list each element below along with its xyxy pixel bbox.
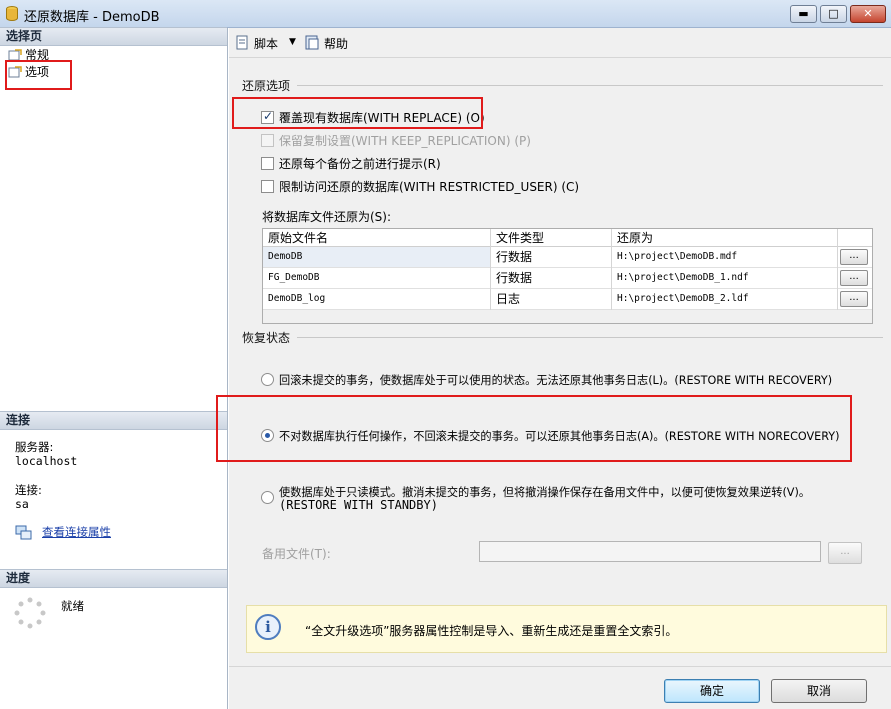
prompt-before-restore-checkbox[interactable] [261, 157, 274, 170]
browse-button[interactable]: ... [840, 270, 868, 286]
grid-column-separator [611, 229, 612, 310]
grid-column-separator [837, 229, 838, 310]
left-pane: 选择页 常规 选项 连接 服务器: localhost 连接: sa 查看连接属… [0, 27, 228, 709]
section-divider [297, 337, 883, 338]
grid-cell-original-name: FG_DemoDB [268, 272, 320, 283]
grid-cell-file-type: 日志 [496, 292, 521, 306]
restore-files-grid: 原始文件名 文件类型 还原为 DemoDB 行数据 H:\project\Dem… [262, 228, 873, 324]
grid-cell-file-type: 行数据 [496, 250, 533, 264]
cancel-button[interactable]: 取消 [771, 679, 867, 703]
recovery-state-section-label: 恢复状态 [242, 331, 291, 345]
with-replace-label: 覆盖现有数据库(WITH REPLACE) (O) [279, 111, 485, 125]
standby-file-input[interactable] [479, 541, 821, 562]
connection-properties-icon [15, 525, 32, 540]
minimize-icon: ▬ [798, 7, 809, 20]
grid-cell-restore-as: H:\project\DemoDB.mdf [617, 251, 738, 262]
window-title: 还原数据库 - DemoDB [24, 10, 160, 25]
grid-cell-restore-as: H:\project\DemoDB_1.ndf [617, 272, 749, 283]
grid-column-separator [490, 229, 491, 310]
keep-replication-checkbox[interactable] [261, 134, 274, 147]
restore-with-standby-radio[interactable] [261, 491, 274, 504]
table-row[interactable]: FG_DemoDB 行数据 H:\project\DemoDB_1.ndf ..… [263, 268, 872, 289]
restore-with-recovery-label: 回滚未提交的事务，使数据库处于可以使用的状态。无法还原其他事务日志(L)。(RE… [279, 374, 833, 387]
ok-button[interactable]: 确定 [664, 679, 760, 703]
table-row[interactable]: DemoDB 行数据 H:\project\DemoDB.mdf ... [263, 247, 872, 268]
page-item-options[interactable]: 选项 [8, 64, 49, 80]
progress-header: 进度 [0, 569, 227, 588]
page-item-label: 常规 [25, 48, 50, 62]
restricted-user-checkbox[interactable] [261, 180, 274, 193]
script-icon [236, 35, 248, 50]
database-icon [6, 6, 18, 21]
grid-header: 原始文件名 文件类型 还原为 [263, 229, 872, 247]
restricted-user-label: 限制访问还原的数据库(WITH RESTRICTED_USER) (C) [279, 180, 580, 194]
prompt-before-restore-label: 还原每个备份之前进行提示(R) [279, 157, 441, 171]
browse-button[interactable]: ... [840, 291, 868, 307]
progress-spinner-icon [14, 597, 46, 629]
page-item-general[interactable]: 常规 [8, 47, 49, 63]
standby-file-label: 备用文件(T): [262, 547, 331, 561]
grid-cell-restore-as: H:\project\DemoDB_2.ldf [617, 293, 749, 304]
help-icon [305, 35, 319, 50]
close-button[interactable]: ✕ [850, 5, 886, 23]
page-icon [8, 49, 22, 61]
restore-with-norecovery-label: 不对数据库执行任何操作，不回滚未提交的事务。可以还原其他事务日志(A)。(RES… [279, 430, 840, 443]
restore-with-standby-label-line2: (RESTORE WITH STANDBY) [279, 498, 438, 512]
connection-header: 连接 [0, 411, 227, 430]
standby-browse-button[interactable]: ... [828, 542, 862, 564]
select-page-header: 选择页 [0, 27, 227, 46]
right-pane: 脚本 ▼ 帮助 还原选项 覆盖现有数据库(WITH REPLACE) (O) 保… [229, 28, 891, 709]
script-dropdown-icon[interactable]: ▼ [289, 37, 296, 47]
title-bar: 还原数据库 - DemoDB ▬ □ ✕ [0, 0, 891, 28]
info-icon: i [255, 614, 281, 640]
close-icon: ✕ [863, 7, 873, 20]
restore-with-norecovery-radio[interactable] [261, 429, 274, 442]
grid-cell-original-name: DemoDB_log [268, 293, 326, 304]
minimize-button[interactable]: ▬ [790, 5, 817, 23]
grid-header-original-name: 原始文件名 [268, 231, 329, 245]
restore-with-recovery-radio[interactable] [261, 373, 274, 386]
grid-header-file-type: 文件类型 [496, 231, 545, 245]
info-text: “全文升级选项”服务器属性控制是导入、重新生成还是重置全文索引。 [305, 624, 678, 638]
toolbar: 脚本 ▼ 帮助 [229, 28, 891, 58]
section-divider [297, 85, 883, 86]
keep-replication-label: 保留复制设置(WITH KEEP_REPLICATION) (P) [279, 134, 531, 148]
script-button[interactable]: 脚本 [254, 35, 278, 52]
maximize-icon: □ [828, 7, 839, 20]
restore-files-label: 将数据库文件还原为(S): [262, 210, 392, 224]
page-item-label: 选项 [25, 65, 50, 79]
view-connection-properties-link[interactable]: 查看连接属性 [42, 524, 111, 540]
button-bar: 确定 取消 [229, 666, 891, 709]
progress-status: 就绪 [61, 599, 84, 613]
connection-label: 连接: [15, 483, 42, 497]
restore-options-section-label: 还原选项 [242, 79, 291, 93]
info-bar: i “全文升级选项”服务器属性控制是导入、重新生成还是重置全文索引。 [246, 605, 887, 653]
table-row[interactable]: DemoDB_log 日志 H:\project\DemoDB_2.ldf ..… [263, 289, 872, 310]
server-value: localhost [15, 454, 78, 468]
grid-header-restore-as: 还原为 [617, 231, 654, 245]
connection-value: sa [15, 497, 29, 511]
maximize-button[interactable]: □ [820, 5, 847, 23]
grid-cell-file-type: 行数据 [496, 271, 533, 285]
server-label: 服务器: [15, 440, 54, 454]
page-icon [8, 66, 22, 78]
with-replace-checkbox[interactable] [261, 109, 274, 124]
help-button[interactable]: 帮助 [324, 35, 348, 52]
browse-button[interactable]: ... [840, 249, 868, 265]
grid-cell-original-name: DemoDB [263, 247, 490, 267]
